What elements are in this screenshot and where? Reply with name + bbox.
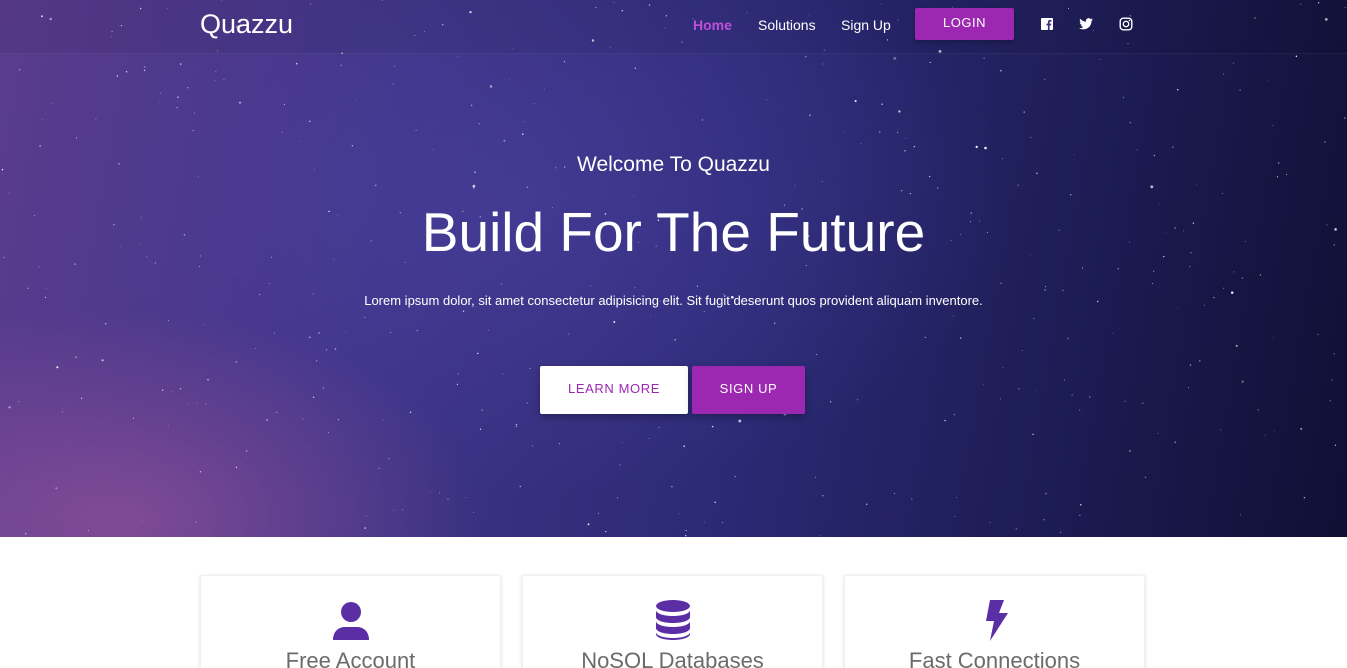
user-icon — [332, 602, 369, 640]
login-button[interactable]: LOGIN — [915, 8, 1014, 40]
learn-more-button[interactable]: LEARN MORE — [540, 366, 688, 414]
database-icon — [655, 600, 690, 640]
nav-sign-up[interactable]: Sign Up — [841, 16, 891, 34]
hero-headline: Build For The Future — [421, 201, 926, 263]
feature-title: Fast Connections — [908, 648, 1081, 668]
feature-title: Free Account — [285, 648, 416, 668]
navbar: Quazzu Home Solutions Sign Up LOGIN — [0, 0, 1347, 54]
sign-up-button[interactable]: SIGN UP — [692, 366, 805, 414]
bolt-icon — [985, 600, 1008, 641]
hero-section: Quazzu Home Solutions Sign Up LOGIN Welc… — [0, 0, 1347, 537]
starfield-background — [1, 0, 1346, 537]
feature-card-nosql-databases: NoSQL Databases — [522, 575, 823, 668]
nav-solutions[interactable]: Solutions — [758, 16, 816, 34]
hero-description: Lorem ipsum dolor, sit amet consectetur … — [364, 293, 983, 308]
brand-logo[interactable]: Quazzu — [200, 8, 293, 40]
nav-home[interactable]: Home — [693, 16, 732, 34]
feature-card-free-account: Free Account — [200, 575, 501, 668]
feature-card-fast-connections: Fast Connections — [844, 575, 1145, 668]
hero-welcome: Welcome To Quazzu — [577, 153, 770, 176]
instagram-icon[interactable] — [1118, 16, 1134, 32]
feature-title: NoSQL Databases — [581, 648, 764, 668]
facebook-icon[interactable] — [1039, 16, 1055, 32]
twitter-icon[interactable] — [1078, 16, 1094, 32]
